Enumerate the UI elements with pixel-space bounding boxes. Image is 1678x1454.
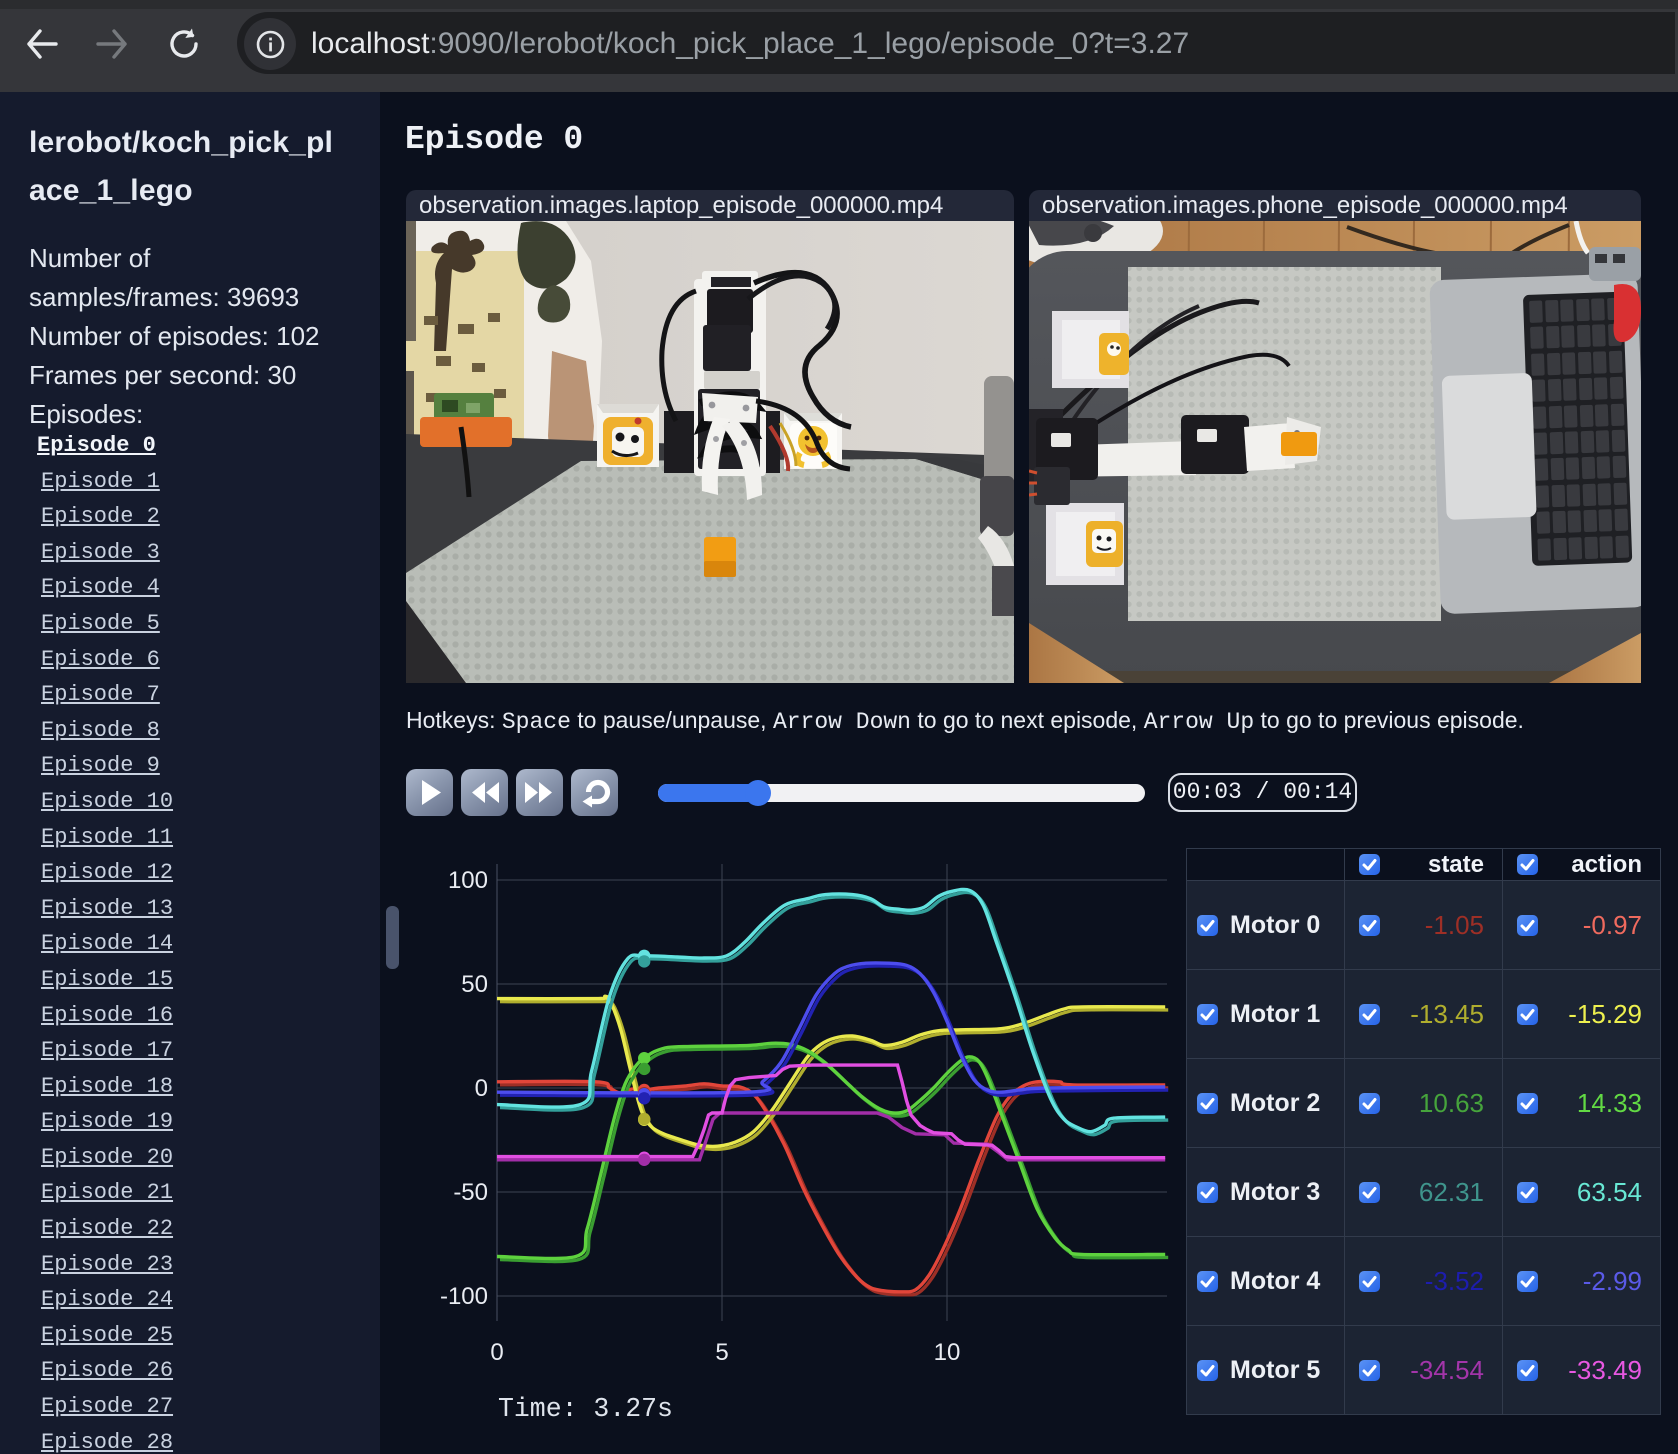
svg-text:0: 0 (490, 1339, 503, 1366)
svg-text:10: 10 (934, 1339, 961, 1366)
svg-text:50: 50 (461, 971, 488, 998)
svg-text:Time: 3.27s: Time: 3.27s (498, 1394, 673, 1424)
svg-text:-100: -100 (440, 1283, 488, 1310)
svg-text:-50: -50 (453, 1179, 488, 1206)
svg-text:100: 100 (448, 867, 488, 894)
svg-text:5: 5 (715, 1339, 728, 1366)
svg-text:0: 0 (475, 1075, 488, 1102)
